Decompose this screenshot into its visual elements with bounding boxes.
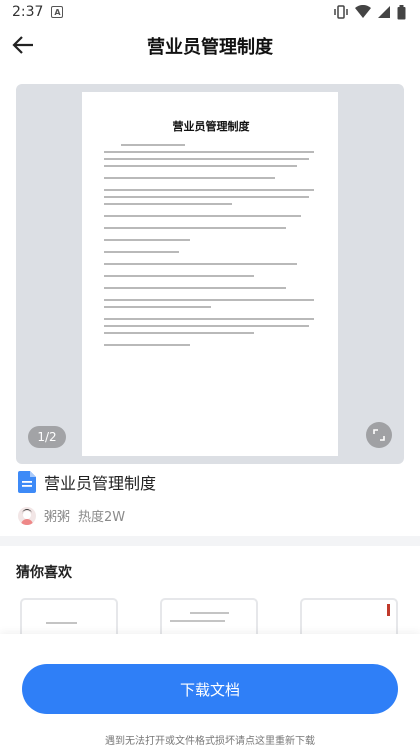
text-line — [104, 151, 314, 153]
text-line — [104, 318, 314, 320]
text-line — [104, 275, 254, 277]
fullscreen-button[interactable] — [366, 422, 392, 448]
document-name: 营业员管理制度 — [44, 474, 157, 493]
text-line — [104, 263, 297, 265]
text-line — [104, 165, 297, 167]
signal-icon — [378, 6, 390, 18]
recommend-section: 猜你喜欢 — [16, 562, 420, 648]
top-app-bar: 营业员管理制度 — [0, 24, 420, 68]
bottom-action-panel: 下载文档 遇到无法打开或文件格式损坏请点这里重新下载 — [0, 634, 420, 746]
avatar — [18, 506, 36, 525]
text-line — [104, 158, 310, 160]
download-button[interactable]: 下载文档 — [22, 664, 398, 714]
text-line — [104, 189, 314, 191]
wifi-icon — [355, 5, 371, 18]
popularity-count: 热度2W — [78, 510, 126, 525]
text-line — [121, 144, 186, 146]
text-line — [104, 299, 314, 301]
text-line — [104, 215, 301, 217]
status-bar: 2:37 A — [0, 0, 420, 24]
text-line — [104, 203, 233, 205]
text-line — [104, 251, 179, 253]
text-line — [104, 177, 276, 179]
section-divider — [0, 536, 420, 546]
text-line — [104, 332, 254, 334]
page-indicator: 1/2 — [28, 426, 66, 448]
author-name[interactable]: 粥粥 — [44, 506, 70, 525]
expand-icon — [373, 429, 385, 441]
text-line — [104, 306, 211, 308]
page-title: 营业员管理制度 — [147, 37, 273, 58]
vibrate-icon — [334, 5, 348, 19]
document-page-heading: 营业员管理制度 — [172, 120, 250, 133]
document-page: 营业员管理制度 — [82, 92, 338, 456]
redownload-hint-link[interactable]: 遇到无法打开或文件格式损坏请点这里重新下载 — [0, 732, 420, 746]
text-line — [104, 344, 190, 346]
status-time: 2:37 — [12, 4, 44, 20]
arrow-left-icon — [12, 36, 33, 54]
text-line — [104, 227, 286, 229]
battery-icon — [397, 4, 406, 19]
text-line — [104, 287, 286, 289]
recommend-title: 猜你喜欢 — [16, 565, 72, 581]
notification-icon: A — [51, 6, 64, 18]
text-line — [104, 239, 190, 241]
document-preview[interactable]: 营业员管理制度 1/2 — [16, 84, 404, 464]
document-file-icon — [18, 471, 36, 493]
text-line — [104, 196, 310, 198]
text-line — [104, 325, 310, 327]
back-button[interactable] — [10, 32, 36, 58]
document-info: 营业员管理制度 粥粥 热度2W — [18, 470, 402, 525]
